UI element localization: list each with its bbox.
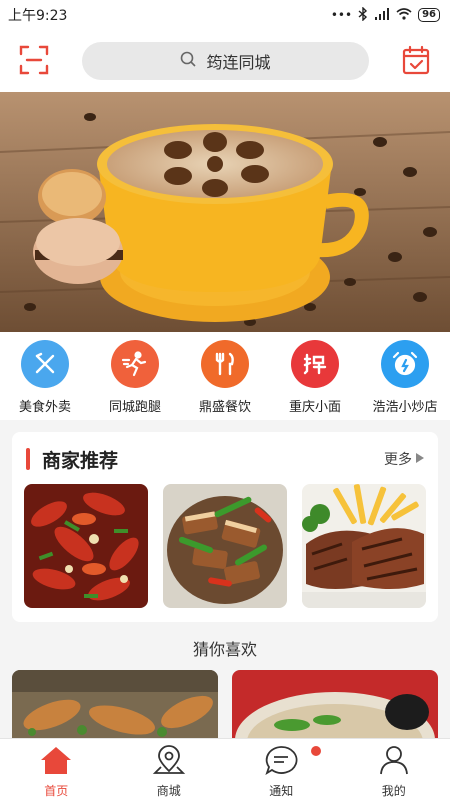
merchant-image-steak[interactable]: [302, 484, 426, 608]
user-icon: [378, 745, 410, 779]
battery-icon: 96: [418, 8, 440, 22]
category-item[interactable]: 浩浩小炒店: [360, 332, 450, 420]
tab-label: 商城: [156, 784, 181, 798]
notification-badge: [311, 746, 321, 756]
tab-profile[interactable]: 我的: [338, 739, 450, 800]
category-item[interactable]: 鼎盛餐饮: [180, 332, 270, 420]
chat-bubble-icon: [264, 745, 298, 779]
guess-you-like-title: 猜你喜欢: [192, 640, 257, 659]
search-bar[interactable]: 筠连同城: [82, 42, 369, 80]
search-placeholder: 筠连同城: [206, 53, 271, 72]
category-row: 美食外卖 同城跑腿 鼎盛餐饮 重庆小面 浩浩小炒店: [0, 332, 450, 420]
category-item[interactable]: 美食外卖: [0, 332, 90, 420]
bluetooth-icon: [358, 5, 368, 24]
category-label: 浩浩小炒店: [372, 400, 438, 415]
category-item[interactable]: 重庆小面: [270, 332, 360, 420]
more-label: 更多: [384, 452, 412, 468]
map-pin-icon: [152, 745, 186, 779]
category-label: 同城跑腿: [108, 400, 161, 415]
section-accent-bar: [26, 448, 30, 470]
status-bar: 上午9:23 ••• 96: [0, 0, 450, 30]
feed-item[interactable]: [12, 670, 218, 740]
search-icon: [180, 51, 197, 71]
fork-knife-icon: [21, 340, 69, 388]
alarm-clock-icon: [381, 340, 429, 388]
status-time: 上午9:23: [8, 8, 68, 24]
wifi-icon: [396, 7, 412, 23]
tab-label: 我的: [381, 784, 406, 798]
tab-label: 首页: [44, 784, 69, 798]
triangle-right-icon: [416, 451, 424, 467]
signal-icon: [374, 7, 390, 23]
tab-label: 通知: [269, 784, 294, 798]
utensils-icon: [201, 340, 249, 388]
more-link[interactable]: 更多: [384, 449, 424, 469]
category-label: 鼎盛餐饮: [198, 400, 251, 415]
bottom-tab-bar: 首页 商城 通知 我的: [0, 738, 450, 800]
merchant-image-crayfish[interactable]: [24, 484, 148, 608]
banner-image[interactable]: [0, 92, 450, 332]
status-icons: ••• 96: [330, 5, 440, 24]
grab-icon: [291, 340, 339, 388]
calendar-check-icon[interactable]: [400, 44, 432, 76]
runner-icon: [111, 340, 159, 388]
merchant-recommend-card: 商家推荐 更多: [12, 432, 438, 622]
category-label: 美食外卖: [18, 400, 71, 415]
section-title: 商家推荐: [42, 450, 119, 472]
more-dots-icon: •••: [330, 8, 353, 22]
merchant-image-pork[interactable]: [163, 484, 287, 608]
feed-item[interactable]: [232, 670, 438, 740]
category-item[interactable]: 同城跑腿: [90, 332, 180, 420]
scan-icon[interactable]: [18, 44, 50, 76]
home-icon: [40, 745, 72, 779]
category-label: 重庆小面: [288, 400, 341, 415]
tab-mall[interactable]: 商城: [113, 739, 226, 800]
tab-home[interactable]: 首页: [0, 739, 113, 800]
top-bar: 筠连同城: [0, 30, 450, 92]
